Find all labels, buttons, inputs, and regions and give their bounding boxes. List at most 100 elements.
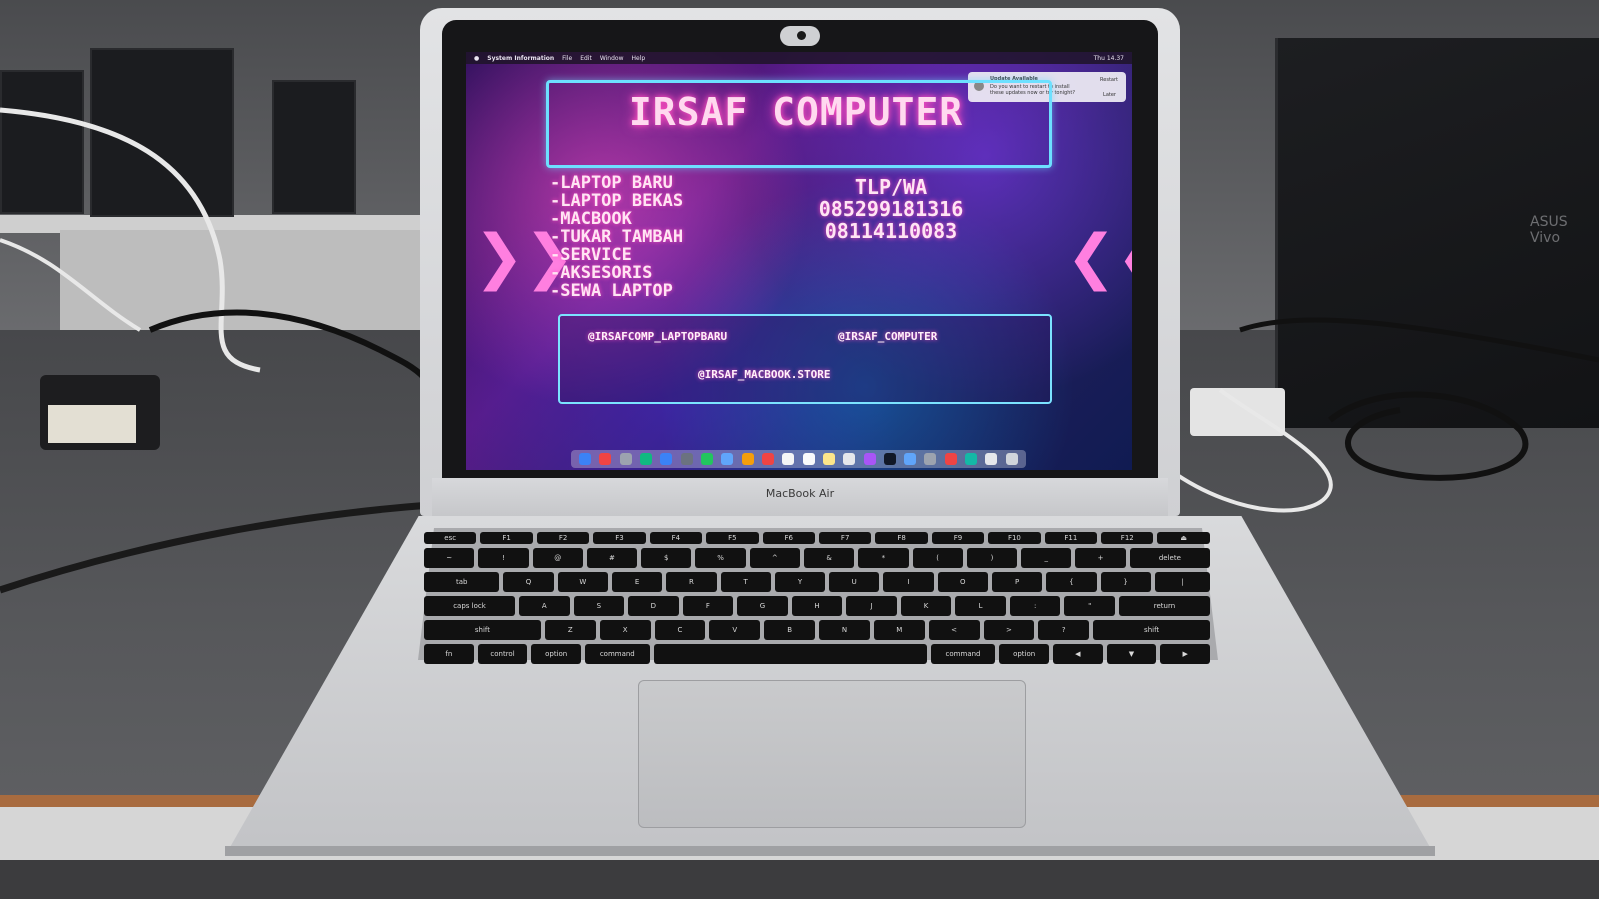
key[interactable]: F8 [875,532,928,544]
key[interactable]: Z [544,620,596,640]
key[interactable]: : [1009,596,1061,616]
dock-app-icon[interactable] [904,453,917,465]
dock-app-icon[interactable] [599,453,612,465]
arrow-right-key[interactable]: ▶ [1160,644,1210,664]
key[interactable]: _ [1021,548,1072,568]
key[interactable]: + [1075,548,1126,568]
dock-app-icon[interactable] [579,453,592,465]
dock-app-icon[interactable] [863,453,876,465]
dock-app-icon[interactable] [822,453,835,465]
key[interactable]: F2 [536,532,590,544]
dock-app-icon[interactable] [640,453,653,465]
key[interactable]: G [737,596,788,616]
key[interactable]: " [1064,596,1115,616]
key[interactable]: ^ [749,548,800,568]
key[interactable]: V [709,620,761,640]
menu-app-name[interactable]: System Information [487,55,554,62]
key[interactable]: F9 [931,532,985,544]
power-key[interactable]: ⏏ [1157,532,1210,544]
key[interactable]: F7 [818,532,872,544]
right-shift-key[interactable]: shift [1093,620,1211,640]
dock-app-icon[interactable] [619,453,632,465]
arrow-left-key[interactable]: ◀ [1052,644,1103,664]
key[interactable]: W [557,572,608,592]
key[interactable]: U [829,572,880,592]
tab-key[interactable]: tab [424,572,500,592]
key[interactable]: F4 [649,532,703,544]
key[interactable]: % [695,548,746,568]
key[interactable]: $ [641,548,692,568]
key[interactable]: S [573,596,625,616]
dock-app-icon[interactable] [924,453,937,465]
key[interactable]: B [764,620,816,640]
menu-help[interactable]: Help [632,55,646,62]
key[interactable]: C [654,620,706,640]
key[interactable]: F12 [1101,532,1154,544]
key[interactable]: { [1046,572,1097,592]
dock-app-icon[interactable] [701,453,714,465]
command-key[interactable]: command [585,644,650,664]
key[interactable]: L [955,596,1006,616]
apple-icon[interactable]: ● [474,55,479,62]
dock-app-icon[interactable] [985,453,998,465]
dock-app-icon[interactable] [1005,453,1018,465]
key[interactable]: ~ [424,548,475,568]
key[interactable]: ? [1038,620,1090,640]
key[interactable]: Y [774,572,826,592]
dock-app-icon[interactable] [965,453,978,465]
key[interactable]: M [873,620,925,640]
key[interactable]: @ [532,548,583,568]
dock-app-icon[interactable] [741,453,754,465]
key[interactable]: ) [966,548,1018,568]
key[interactable]: } [1100,572,1151,592]
menu-window[interactable]: Window [600,55,624,62]
key[interactable]: F3 [593,532,646,544]
option-key[interactable]: option [999,644,1049,664]
key[interactable]: * [858,548,909,568]
key[interactable]: K [900,596,952,616]
menu-clock[interactable]: Thu 14.37 [1094,55,1124,62]
arrow-down-key[interactable]: ▼ [1106,644,1157,664]
key[interactable]: N [819,620,870,640]
spacebar[interactable] [653,644,927,664]
delete-key[interactable]: delete [1129,548,1211,568]
key[interactable]: J [846,596,897,616]
key[interactable]: F10 [988,532,1041,544]
key[interactable]: > [983,620,1035,640]
key[interactable]: I [883,572,934,592]
restart-button[interactable]: Restart [1100,77,1118,83]
trackpad[interactable] [638,680,1026,828]
key[interactable]: ( [912,548,963,568]
key[interactable]: F11 [1044,532,1098,544]
key[interactable]: H [791,596,843,616]
key[interactable]: E [611,572,663,592]
key[interactable]: F5 [706,532,759,544]
fn-key[interactable]: fn [424,644,474,664]
return-key[interactable]: return [1119,596,1210,616]
key[interactable]: R [666,572,717,592]
key[interactable]: F [682,596,734,616]
key[interactable]: ! [478,548,529,568]
key[interactable]: X [599,620,651,640]
key[interactable]: & [803,548,855,568]
dock-app-icon[interactable] [883,453,896,465]
key[interactable]: esc [424,532,477,544]
later-button[interactable]: Later [1103,92,1116,98]
command-key[interactable]: command [930,644,996,664]
dock-app-icon[interactable] [843,453,856,465]
dock-app-icon[interactable] [802,453,815,465]
key[interactable]: F1 [480,532,533,544]
menu-file[interactable]: File [562,55,572,62]
menu-edit[interactable]: Edit [580,55,592,62]
key[interactable]: Q [503,572,554,592]
option-key[interactable]: option [531,644,582,664]
dock-app-icon[interactable] [761,453,774,465]
left-shift-key[interactable]: shift [424,620,541,640]
key[interactable]: A [518,596,570,616]
control-key[interactable]: control [477,644,528,664]
key[interactable]: P [991,572,1043,592]
key[interactable]: F6 [762,532,815,544]
dock-app-icon[interactable] [680,453,693,465]
key[interactable]: # [586,548,638,568]
key[interactable]: O [937,572,988,592]
